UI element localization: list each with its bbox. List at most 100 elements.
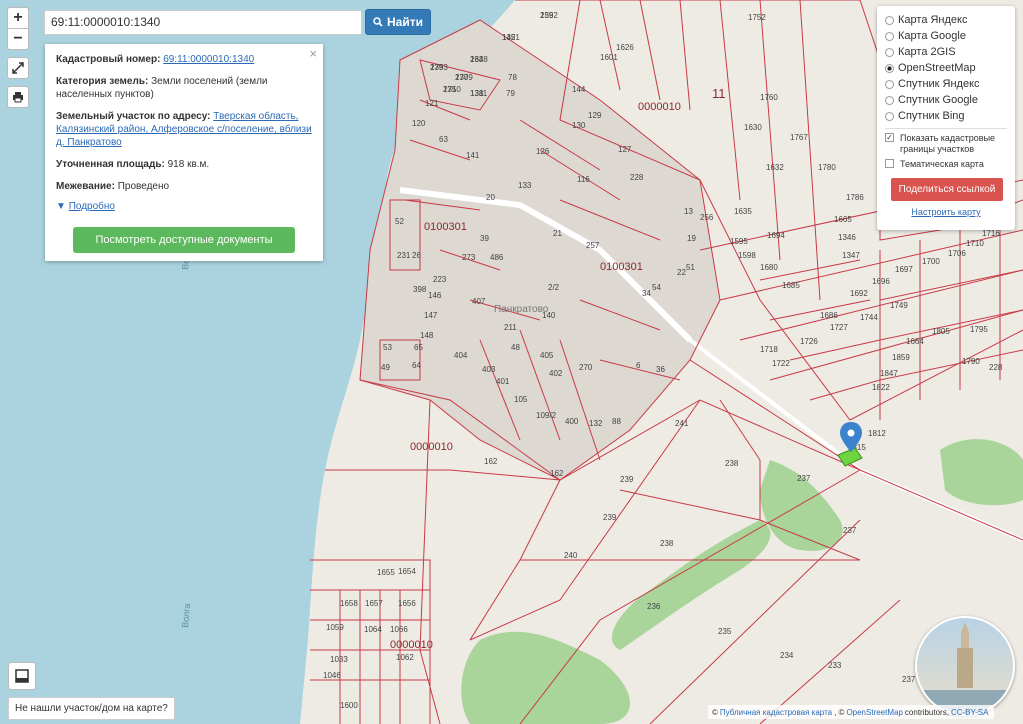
expand-icon	[12, 62, 24, 74]
plot-number-label: 1601	[600, 53, 618, 62]
plot-number-label: 237	[797, 474, 811, 483]
plot-number-label: 400	[565, 417, 579, 426]
print-button[interactable]	[7, 86, 29, 108]
plot-number-label: 36	[656, 365, 665, 374]
checkbox-empty-icon	[885, 159, 894, 168]
plot-number-label: 1822	[872, 383, 890, 392]
plot-number-label: 211	[504, 323, 517, 332]
not-found-button[interactable]: Не нашли участок/дом на карте?	[8, 697, 175, 720]
plot-number-label: 1790	[962, 357, 980, 366]
plot-number-label: 228	[989, 363, 1003, 372]
details-toggle[interactable]: ▼ Подробно	[56, 200, 312, 213]
plot-number-label: 1812	[868, 429, 886, 438]
location-photo-thumbnail[interactable]	[915, 616, 1015, 716]
plot-number-label: 1767	[790, 133, 808, 142]
view-documents-button[interactable]: Посмотреть доступные документы	[73, 227, 295, 253]
plot-number-label: 1706	[948, 249, 966, 258]
plot-number-label: 237	[902, 675, 916, 684]
plot-number-label: 403	[482, 365, 496, 374]
attribution-pkk-link[interactable]: Публичная кадастровая карта	[720, 708, 832, 717]
plot-number-label: 88	[612, 417, 621, 426]
search-icon	[373, 17, 383, 27]
plot-number-label: 1655	[377, 568, 395, 577]
plot-number-label: 2/2	[548, 283, 560, 292]
plot-number-label: 228	[630, 173, 644, 182]
layer-option[interactable]: Спутник Bing	[885, 108, 1007, 124]
plot-number-label: 273	[462, 253, 476, 262]
river-label: Волга	[180, 603, 192, 628]
layer-option[interactable]: OpenStreetMap	[885, 60, 1007, 76]
plot-number-label: 146	[428, 291, 442, 300]
search-input[interactable]: 69:11:0000010:1340	[44, 10, 362, 35]
show-cadastral-checkbox[interactable]: ✓ Показать кадастровые границы участков	[885, 133, 1007, 155]
attribution-license-link[interactable]: CC-BY-SA	[951, 708, 989, 717]
plot-number-label: 1718	[760, 345, 778, 354]
plot-number-label: 239	[603, 513, 617, 522]
plot-number-label: 1749	[890, 301, 908, 310]
plot-number-label: 1348	[470, 55, 488, 64]
layer-option-label: Карта Яндекс	[898, 14, 968, 26]
plot-number-label: 39	[480, 234, 489, 243]
layer-option[interactable]: Спутник Яндекс	[885, 76, 1007, 92]
radio-icon	[885, 79, 894, 89]
plot-number-label: 129	[588, 111, 602, 120]
parcel-info-panel: × Кадастровый номер: 69:11:0000010:1340 …	[45, 44, 323, 261]
radio-icon	[885, 31, 894, 41]
category-label: Категория земель:	[56, 76, 149, 87]
quarter-label: 0000010	[638, 101, 681, 113]
cadastral-number-link[interactable]: 69:11:0000010:1340	[163, 54, 254, 65]
plot-number-label: 1657	[365, 599, 383, 608]
plot-number-label: 21	[553, 229, 562, 238]
share-link-button[interactable]: Поделиться ссылкой	[891, 178, 1003, 201]
zoom-out-button[interactable]: −	[7, 28, 29, 50]
plot-number-label: 54	[652, 283, 661, 292]
layer-option-label: Спутник Яндекс	[898, 78, 980, 90]
plot-number-label: 1795	[970, 325, 988, 334]
plot-number-label: 126	[536, 147, 550, 156]
layer-option[interactable]: Карта Google	[885, 28, 1007, 44]
plot-number-label: 1346	[838, 233, 856, 242]
layer-switcher-panel: Карта Яндекс Карта Google Карта 2GIS OpenSt…	[877, 6, 1015, 230]
plot-number-label: 1046	[323, 671, 341, 680]
plot-number-label: 65	[414, 343, 423, 352]
radio-selected-icon	[885, 63, 894, 73]
plot-number-label: 63	[439, 135, 448, 144]
area-value: 918 кв.м.	[167, 159, 210, 170]
plot-number-label: 1665	[834, 215, 852, 224]
copyright-symbol: ©	[712, 707, 718, 717]
plot-number-label: 398	[413, 285, 427, 294]
plot-number-label: 1064	[364, 625, 382, 634]
quarter-label: 11	[712, 86, 726, 101]
layer-option[interactable]: Карта Яндекс	[885, 12, 1007, 28]
plot-number-label: 241	[675, 419, 689, 428]
configure-map-link[interactable]: Настроить карту	[885, 207, 1007, 217]
close-icon[interactable]: ×	[309, 47, 317, 60]
search-button[interactable]: Найти	[365, 9, 431, 35]
layer-option[interactable]: Спутник Google	[885, 92, 1007, 108]
details-label: Подробно	[68, 201, 115, 212]
plot-number-label: 1700	[922, 257, 940, 266]
panel-icon	[15, 669, 29, 683]
plot-number-label: 1722	[772, 359, 790, 368]
plot-number-label: 1635	[734, 207, 752, 216]
plot-number-label: 1309	[455, 73, 473, 82]
legend-toggle-button[interactable]	[8, 662, 36, 690]
plot-number-label: 49	[381, 363, 390, 372]
thematic-map-checkbox[interactable]: Тематическая карта	[885, 159, 1007, 170]
plot-number-label: 133	[518, 181, 532, 190]
attribution-osm-link[interactable]: OpenStreetMap	[846, 708, 902, 717]
radio-icon	[885, 95, 894, 105]
zoom-in-button[interactable]: +	[7, 7, 29, 29]
fullscreen-button[interactable]	[7, 57, 29, 79]
quarter-label: 0000010	[390, 639, 433, 651]
plot-number-label: 1805	[932, 327, 950, 336]
plot-number-label: 78	[508, 73, 517, 82]
plot-number-label: 52	[395, 217, 404, 226]
plot-number-label: 1685	[782, 281, 800, 290]
area-label: Уточненная площадь:	[56, 159, 165, 170]
plot-number-label: 162	[550, 469, 564, 478]
cadastral-label: Кадастровый номер:	[56, 54, 161, 65]
plot-number-label: 132	[589, 419, 603, 428]
layer-option-label: Карта 2GIS	[898, 46, 956, 58]
layer-option[interactable]: Карта 2GIS	[885, 44, 1007, 60]
